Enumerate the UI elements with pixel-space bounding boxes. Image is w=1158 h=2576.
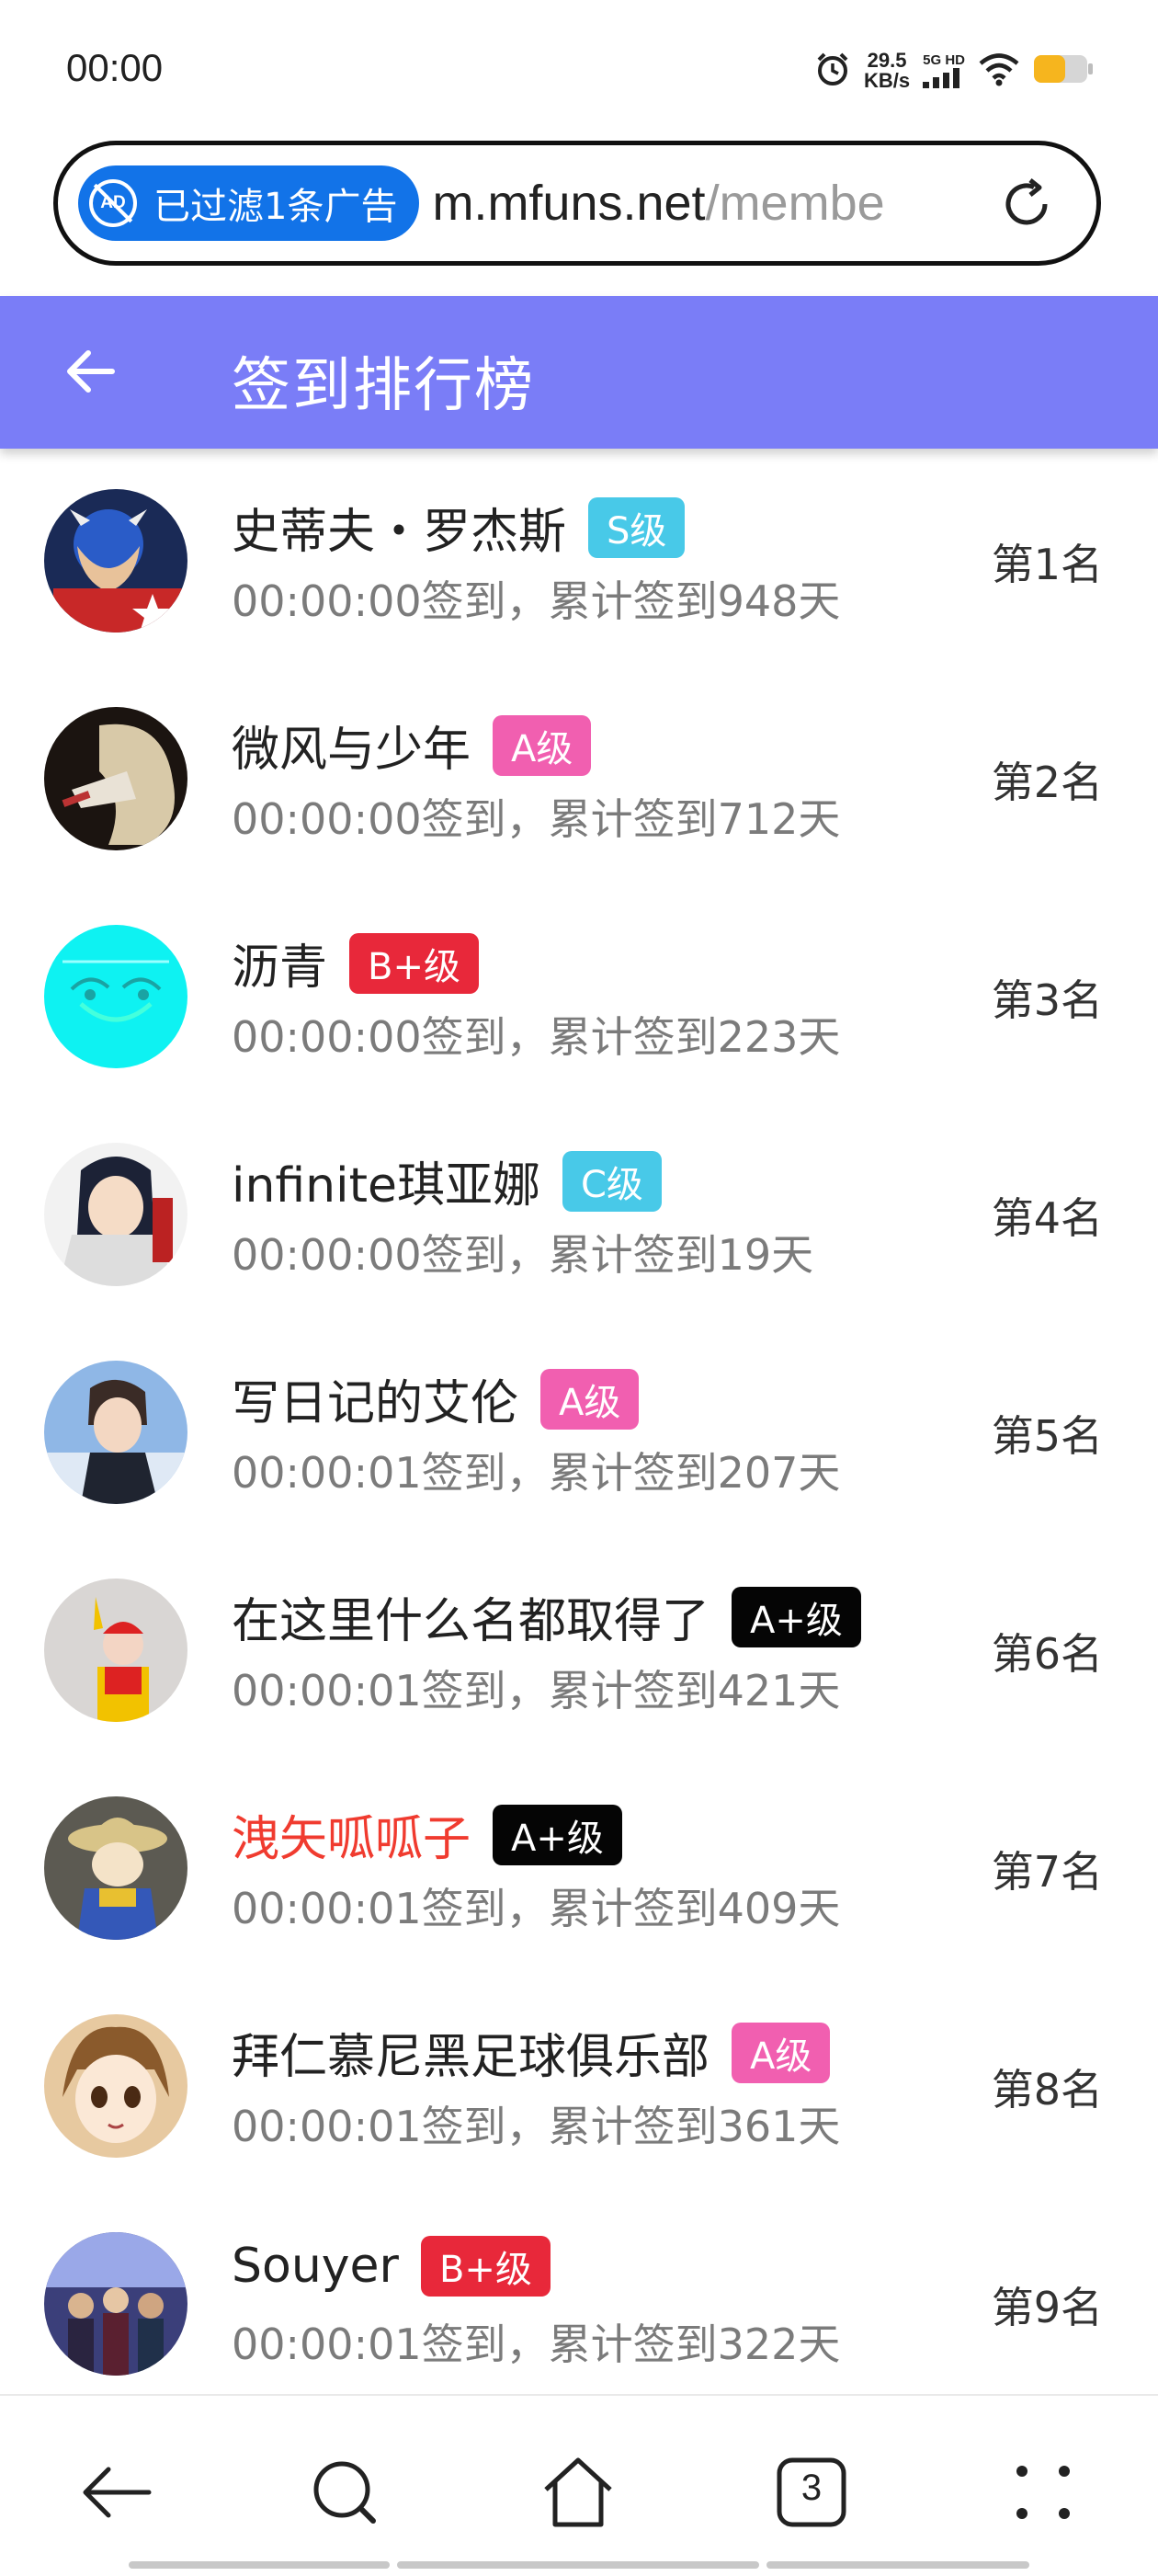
anime-girl-brown-hair-avatar-icon[interactable] [44, 2014, 187, 2158]
rank-label: 第9名 [991, 2283, 1103, 2332]
page-title: 签到排行榜 [232, 352, 535, 420]
rank-label: 第6名 [991, 1629, 1103, 1679]
checkin-info: 00:00:00签到，累计签到19天 [232, 1230, 814, 1280]
list-item[interactable]: 拜仁慕尼黑足球俱乐部 A级 00:00:01签到，累计签到361天 第8名 [0, 1974, 1158, 2192]
level-badge: A级 [493, 714, 592, 776]
rank-label: 第1名 [991, 540, 1103, 589]
user-name-line: 微风与少年 A级 [232, 711, 592, 780]
list-item[interactable]: 写日记的艾伦 A级 00:00:01签到，累计签到207天 第5名 [0, 1320, 1158, 1538]
gesture-bar-left [129, 2561, 390, 2569]
level-badge: C级 [562, 1150, 662, 1212]
user-name[interactable]: Souyer [232, 2239, 399, 2294]
user-name-line: 沥青 B+级 [232, 929, 479, 997]
checkin-info: 00:00:00签到，累计签到948天 [232, 576, 841, 626]
clown-avatar-icon[interactable] [44, 1579, 187, 1722]
user-name[interactable]: 微风与少年 [232, 711, 471, 780]
user-name-line: Souyer B+级 [232, 2236, 551, 2297]
user-name[interactable]: 史蒂夫・罗杰斯 [232, 493, 566, 562]
figurine-avatar-icon[interactable] [44, 1796, 187, 1940]
list-item[interactable]: 沥青 B+级 00:00:00签到，累计签到223天 第3名 [0, 884, 1158, 1102]
tab-count: 3 [800, 2468, 823, 2508]
user-name-line: 史蒂夫・罗杰斯 S级 [232, 493, 686, 562]
anime-character-avatar-icon[interactable] [44, 707, 187, 850]
anime-boy-avatar-icon[interactable] [44, 1361, 187, 1504]
signal-indicator: 5G HD [923, 53, 965, 88]
checkin-info: 00:00:01签到，累计签到361天 [232, 2102, 841, 2151]
bottom-navigation: 3 [0, 2394, 1158, 2576]
rank-label: 第2名 [991, 758, 1103, 807]
rank-label: 第8名 [991, 2065, 1103, 2114]
user-name-line: 拜仁慕尼黑足球俱乐部 A级 [232, 2018, 831, 2087]
checkin-info: 00:00:01签到，累计签到409天 [232, 1884, 841, 1933]
user-name[interactable]: 拜仁慕尼黑足球俱乐部 [232, 2018, 710, 2087]
checkin-info: 00:00:00签到，累计签到712天 [232, 794, 841, 844]
rank-label: 第4名 [991, 1193, 1103, 1243]
tabs-icon[interactable]: 3 [770, 2451, 853, 2534]
alarm-icon [814, 51, 851, 91]
gesture-bar-right [766, 2561, 1029, 2569]
user-name[interactable]: 写日记的艾伦 [232, 1364, 518, 1433]
checkin-info: 00:00:01签到，累计签到421天 [232, 1666, 841, 1715]
url-text[interactable]: m.mfuns.net/membe [432, 175, 947, 232]
signal-bars-icon [923, 68, 960, 88]
list-item[interactable]: Souyer B+级 00:00:01签到，累计签到322天 第9名 [0, 2192, 1158, 2410]
rank-label: 第3名 [991, 975, 1103, 1025]
level-badge: A级 [732, 2022, 831, 2083]
back-icon[interactable] [75, 2451, 158, 2534]
checkin-info: 00:00:00签到，累计签到223天 [232, 1012, 841, 1062]
reload-icon[interactable] [997, 175, 1056, 234]
user-name-line: infinite琪亚娜 C级 [232, 1146, 662, 1215]
user-name-line: 写日记的艾伦 A级 [232, 1364, 640, 1433]
ad-filter-pill[interactable]: AD 已过滤1条广告 [78, 165, 420, 241]
level-badge: B+级 [420, 2236, 551, 2297]
user-name[interactable]: 洩矢呱呱子 [232, 1800, 471, 1869]
level-badge: A+级 [493, 1804, 622, 1865]
battery-icon [1033, 53, 1094, 88]
status-time: 00:00 [66, 46, 164, 89]
user-name[interactable]: 沥青 [232, 929, 327, 997]
ad-filter-label: 已过滤1条广告 [153, 186, 398, 228]
address-bar[interactable]: AD 已过滤1条广告 m.mfuns.net/membe [53, 141, 1101, 266]
checkin-info: 00:00:01签到，累计签到322天 [232, 2320, 841, 2369]
user-name[interactable]: 在这里什么名都取得了 [232, 1582, 710, 1651]
level-badge: A级 [540, 1368, 640, 1430]
level-badge: B+级 [349, 932, 479, 994]
home-icon[interactable] [537, 2451, 619, 2534]
gesture-bar-center [397, 2561, 759, 2569]
list-item[interactable]: 微风与少年 A级 00:00:00签到，累计签到712天 第2名 [0, 667, 1158, 884]
list-item[interactable]: 洩矢呱呱子 A+级 00:00:01签到，累计签到409天 第7名 [0, 1756, 1158, 1974]
url-domain: m.mfuns.net [432, 176, 706, 231]
page-header: 签到排行榜 [0, 296, 1158, 449]
level-badge: S级 [588, 496, 686, 558]
back-arrow-icon[interactable] [61, 342, 119, 401]
menu-icon[interactable] [1002, 2451, 1084, 2534]
group-characters-avatar-icon[interactable] [44, 2232, 187, 2376]
list-item[interactable]: 在这里什么名都取得了 A+级 00:00:01签到，累计签到421天 第6名 [0, 1538, 1158, 1756]
cyan-sketch-avatar-icon[interactable] [44, 925, 187, 1068]
list-item[interactable]: 史蒂夫・罗杰斯 S级 00:00:00签到，累计签到948天 第1名 [0, 449, 1158, 667]
user-name-line: 在这里什么名都取得了 A+级 [232, 1582, 861, 1651]
list-item[interactable]: infinite琪亚娜 C级 00:00:00签到，累计签到19天 第4名 [0, 1102, 1158, 1320]
user-name[interactable]: infinite琪亚娜 [232, 1146, 540, 1215]
level-badge: A+级 [732, 1586, 861, 1647]
ad-block-icon: AD [89, 179, 137, 227]
wifi-icon [978, 51, 1020, 90]
status-bar: 00:00 29.5 KB/s 5G HD [0, 0, 1158, 138]
net-speed: 29.5 KB/s [864, 49, 911, 92]
captain-america-avatar-icon[interactable] [44, 489, 187, 633]
rank-label: 第7名 [991, 1847, 1103, 1897]
url-path: /membe [705, 176, 885, 231]
anime-girl-avatar-icon[interactable] [44, 1143, 187, 1286]
status-icons: 29.5 KB/s 5G HD [814, 48, 1094, 94]
ranking-list: 史蒂夫・罗杰斯 S级 00:00:00签到，累计签到948天 第1名 微风与少年… [0, 449, 1158, 2410]
checkin-info: 00:00:01签到，累计签到207天 [232, 1448, 841, 1498]
search-icon[interactable] [303, 2451, 386, 2534]
user-name-line: 洩矢呱呱子 A+级 [232, 1800, 622, 1869]
rank-label: 第5名 [991, 1411, 1103, 1461]
